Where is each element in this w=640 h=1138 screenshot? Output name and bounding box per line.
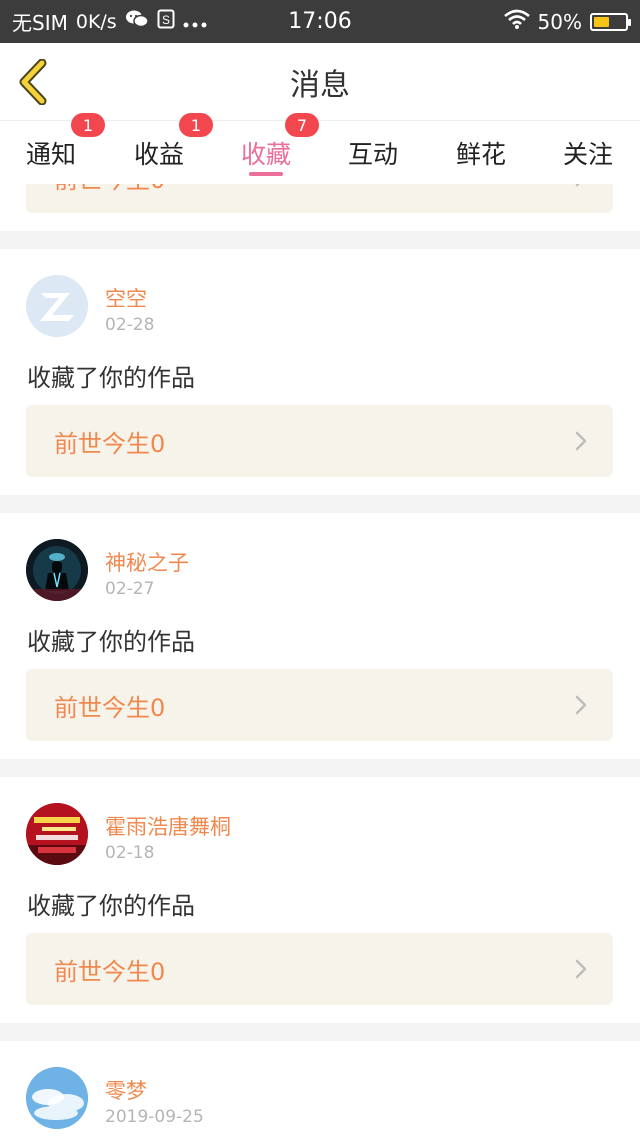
work-link[interactable]: 前世今生0 <box>26 405 613 477</box>
wifi-icon <box>503 9 530 34</box>
chevron-right-icon <box>575 959 587 979</box>
work-title: 前世今生0 <box>54 429 166 458</box>
avatar[interactable] <box>26 803 88 865</box>
username[interactable]: 霍雨浩唐舞桐 <box>105 811 231 841</box>
tab-badge: 7 <box>285 113 319 137</box>
message-card: 霍雨浩唐舞桐 02-18 收藏了你的作品 前世今生0 <box>0 777 640 1023</box>
chevron-right-icon <box>575 184 580 187</box>
message-card: 前世今生0 <box>0 184 640 231</box>
avatar[interactable] <box>26 1067 88 1129</box>
username[interactable]: 零梦 <box>105 1075 147 1105</box>
tab-interactions[interactable]: 互动 <box>323 121 423 184</box>
message-date: 02-27 <box>105 579 155 599</box>
tab-bar: 通知 1 收益 1 收藏 7 互动 鲜花 关注 <box>0 113 640 184</box>
tab-label: 收益 <box>133 139 184 169</box>
battery-level <box>594 16 609 27</box>
tab-label: 关注 <box>562 139 613 169</box>
tab-favorites[interactable]: 收藏 7 <box>216 113 319 184</box>
work-link[interactable]: 前世今生0 <box>26 669 613 741</box>
tab-notifications[interactable]: 通知 1 <box>1 113 105 184</box>
avatar[interactable] <box>26 539 88 601</box>
chevron-right-icon <box>575 695 587 715</box>
work-link[interactable]: 前世今生0 <box>26 184 613 213</box>
tab-label: 收藏 <box>240 139 291 169</box>
message-card: 神秘之子 02-27 收藏了你的作品 前世今生0 <box>0 513 640 759</box>
message-date: 02-28 <box>105 315 155 335</box>
page-title: 消息 <box>290 68 350 103</box>
tab-earnings[interactable]: 收益 1 <box>109 113 213 184</box>
work-link[interactable]: 前世今生0 <box>26 933 613 1005</box>
avatar[interactable] <box>26 275 88 337</box>
username[interactable]: 空空 <box>105 283 147 313</box>
message-card: 空空 02-28 收藏了你的作品 前世今生0 <box>0 249 640 495</box>
tab-badge: 1 <box>179 113 213 137</box>
battery-icon <box>590 12 631 31</box>
message-text: 收藏了你的作品 <box>27 628 195 656</box>
message-feed[interactable]: 前世今生0 空空 02-28 收藏了你的作品 前世今生0 <box>0 184 640 1138</box>
tab-following[interactable]: 关注 <box>538 121 638 184</box>
message-date: 2019-09-25 <box>105 1107 204 1127</box>
work-title: 前世今生0 <box>54 693 166 722</box>
status-bar: 无SIM 0K/s S 17:06 50% <box>0 0 640 43</box>
tab-flowers[interactable]: 鲜花 <box>431 121 531 184</box>
username[interactable]: 神秘之子 <box>105 547 189 577</box>
message-text: 收藏了你的作品 <box>27 364 195 392</box>
sky-clouds-icon <box>26 1067 88 1129</box>
active-tab-indicator <box>249 172 283 176</box>
hero-figure-icon <box>26 539 88 601</box>
qq-logo-icon <box>26 275 88 337</box>
work-title: 前世今生0 <box>54 957 166 986</box>
tab-label: 鲜花 <box>455 139 506 169</box>
tab-badge: 1 <box>71 113 105 137</box>
red-poster-icon <box>26 803 88 865</box>
message-date: 02-18 <box>105 843 155 863</box>
clock: 17:06 <box>288 9 352 34</box>
tab-label: 通知 <box>25 139 76 169</box>
chevron-right-icon <box>575 431 587 451</box>
work-title: 前世今生0 <box>54 184 165 213</box>
message-card: 零梦 2019-09-25 <box>0 1041 640 1138</box>
battery-percent: 50% <box>537 9 582 34</box>
message-text: 收藏了你的作品 <box>27 892 195 920</box>
header: 消息 <box>0 43 640 121</box>
tab-label: 互动 <box>347 139 398 169</box>
